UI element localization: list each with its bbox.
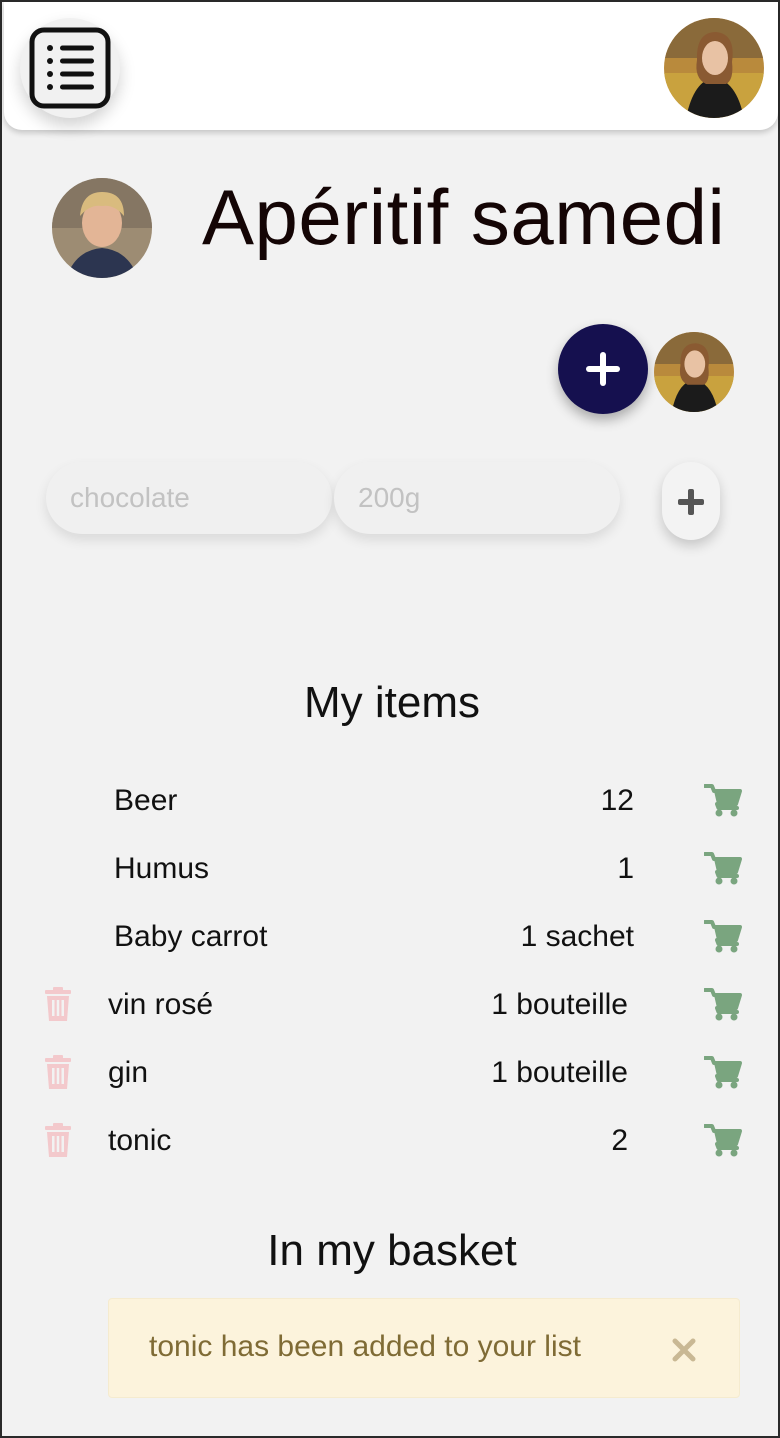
- list-item: Humus 1: [2, 838, 780, 898]
- close-icon[interactable]: [671, 1337, 697, 1363]
- cart-icon[interactable]: [704, 919, 742, 953]
- menu-button[interactable]: [20, 18, 120, 118]
- item-quantity: 12: [600, 784, 634, 817]
- list-menu-icon: [29, 27, 111, 109]
- item-name: Humus: [114, 852, 210, 885]
- trash-icon[interactable]: [43, 987, 73, 1021]
- user-avatar[interactable]: [664, 18, 764, 118]
- plus-icon: [586, 352, 620, 386]
- list-item: Beer 12: [2, 770, 780, 830]
- cart-icon[interactable]: [704, 783, 742, 817]
- add-member-button[interactable]: [558, 324, 648, 414]
- cart-icon[interactable]: [704, 1123, 742, 1157]
- cart-icon[interactable]: [704, 851, 742, 885]
- alert-message: tonic has been added to your list: [149, 1330, 581, 1363]
- top-bar: [4, 2, 778, 130]
- item-name: tonic: [108, 1124, 172, 1157]
- list-title: Apéritif samedi: [202, 173, 726, 261]
- item-quantity-input[interactable]: [334, 462, 620, 534]
- item-quantity: 1: [617, 852, 634, 885]
- item-name: gin: [108, 1056, 149, 1089]
- item-quantity: 1 sachet: [520, 920, 634, 953]
- item-name: Baby carrot: [114, 920, 268, 953]
- list-item: tonic 2: [2, 1110, 780, 1170]
- list-item: gin 1 bouteille: [2, 1042, 780, 1102]
- item-quantity: 1 bouteille: [491, 1056, 628, 1089]
- item-quantity: 2: [611, 1124, 628, 1157]
- item-name: Beer: [114, 784, 178, 817]
- cart-icon[interactable]: [704, 987, 742, 1021]
- item-name: vin rosé: [108, 988, 214, 1021]
- item-quantity: 1 bouteille: [491, 988, 628, 1021]
- trash-icon[interactable]: [43, 1123, 73, 1157]
- cart-icon[interactable]: [704, 1055, 742, 1089]
- member-avatar: [654, 332, 734, 412]
- plus-icon: [678, 489, 704, 515]
- list-item: Baby carrot 1 sachet: [2, 906, 780, 966]
- owner-avatar: [52, 178, 152, 278]
- trash-icon[interactable]: [43, 1055, 73, 1089]
- add-item-button[interactable]: [662, 462, 720, 540]
- item-name-input[interactable]: [46, 462, 332, 534]
- notification-alert: tonic has been added to your list: [108, 1298, 740, 1398]
- basket-heading: In my basket: [267, 1226, 517, 1275]
- my-items-heading: My items: [304, 678, 480, 727]
- list-item: vin rosé 1 bouteille: [2, 974, 780, 1034]
